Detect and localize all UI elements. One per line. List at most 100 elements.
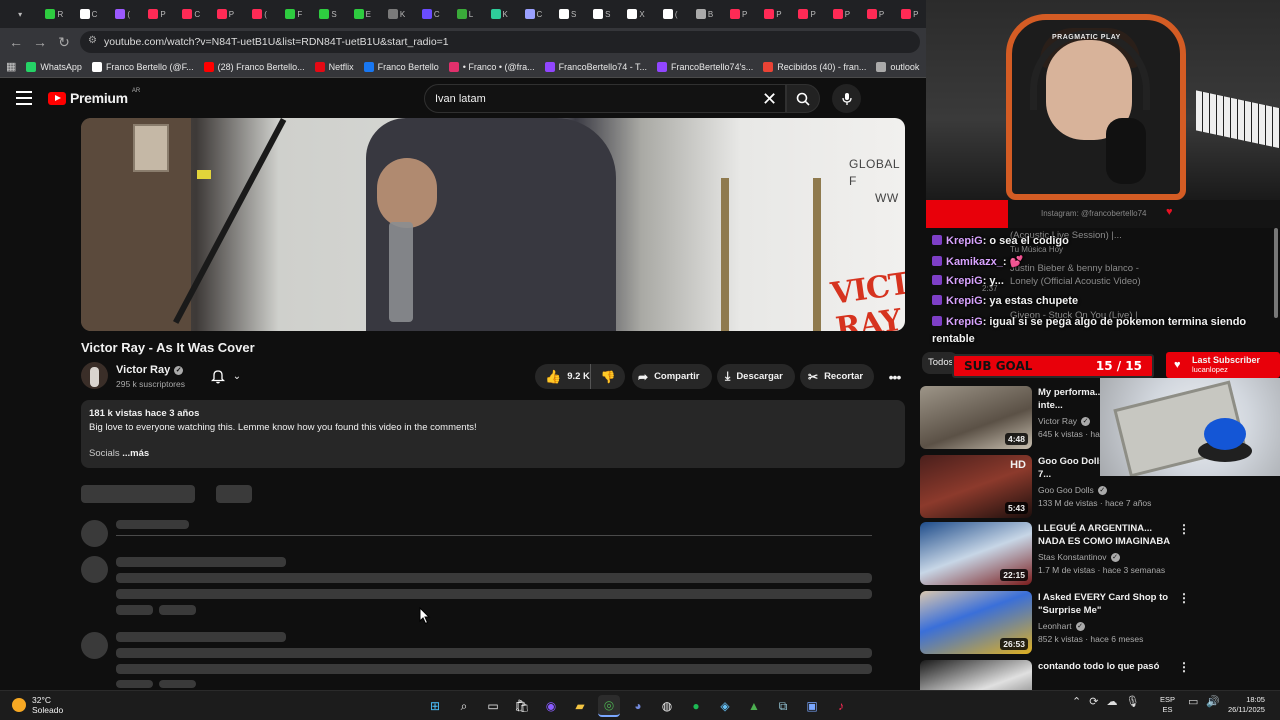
browser-tab[interactable]: ( [654, 3, 686, 25]
chrome-icon[interactable]: ◎ [598, 695, 620, 717]
browser-tab[interactable]: F [278, 3, 310, 25]
bookmark-item[interactable]: Netflix [314, 61, 354, 72]
search-input[interactable]: Ivan latam [424, 84, 786, 113]
search-button[interactable] [786, 84, 820, 113]
store-icon[interactable]: 🛍 [511, 695, 533, 717]
clock[interactable]: 18:05 26/11/2025 [1228, 695, 1265, 715]
recommendation-card[interactable]: 26:53 I Asked EVERY Card Shop to "Surpris… [920, 591, 1280, 655]
voice-search-button[interactable] [832, 84, 861, 113]
more-actions-button[interactable]: ••• [882, 364, 907, 389]
sync-icon[interactable]: ⟳ [1089, 695, 1098, 708]
bookmark-item[interactable]: FrancoBertello74's... [657, 61, 753, 72]
bookmark-item[interactable]: Franco Bertello (@F... [91, 61, 194, 72]
search-icon[interactable]: ⌕ [453, 695, 475, 717]
browser-tab[interactable]: X [620, 3, 652, 25]
recommendation-card[interactable]: 22:15 LLEGUÉ A ARGENTINA... NADA ES COMO … [920, 522, 1280, 586]
browser-tab[interactable]: B [688, 3, 720, 25]
address-bar[interactable]: ⚙ youtube.com/watch?v=N84T-uetB1U&list=R… [80, 31, 920, 53]
recommendation-channel[interactable]: Leonhart ✓ [1038, 621, 1085, 631]
description-box[interactable]: 181 k vistas hace 3 años Big love to eve… [81, 400, 905, 468]
browser-tab[interactable]: P [141, 3, 173, 25]
microphone-icon[interactable]: 🎙 [1125, 695, 1139, 708]
browser-tab[interactable]: ( [244, 3, 276, 25]
browser-tab[interactable]: L [449, 3, 481, 25]
bookmark-item[interactable]: FrancoBertello74 - T... [544, 61, 647, 72]
bookmark-item[interactable]: Franco Bertello [363, 61, 439, 72]
browser-tab[interactable]: P [894, 3, 926, 25]
browser-tab[interactable]: P [859, 3, 891, 25]
browser-tab[interactable]: P [791, 3, 823, 25]
clear-search-icon[interactable]: ✕ [762, 90, 777, 108]
browser-tab[interactable]: S [586, 3, 618, 25]
browser-tab[interactable]: S [552, 3, 584, 25]
recommendation-title[interactable]: contando todo lo que pasó [1038, 660, 1174, 673]
like-button[interactable]: 👍 9.2 K [535, 364, 591, 389]
clip-button[interactable]: ✂ Recortar [800, 364, 874, 389]
more-options-icon[interactable]: ⋮ [1178, 592, 1190, 604]
video-thumbnail[interactable]: 22:15 [920, 522, 1032, 585]
bookmark-item[interactable]: WhatsApp [26, 61, 82, 72]
apps-icon[interactable]: ▦ [6, 60, 16, 73]
browser-tab[interactable]: K [483, 3, 515, 25]
browser-tab[interactable]: C [415, 3, 447, 25]
browser-tab[interactable]: E [346, 3, 378, 25]
channel-avatar[interactable] [81, 362, 108, 389]
browser-tab[interactable]: R [38, 3, 70, 25]
network-app-icon[interactable]: ⧉ [772, 695, 794, 717]
reload-icon[interactable]: ↻ [52, 30, 76, 54]
monitor-app-icon[interactable]: ▣ [801, 695, 823, 717]
notifications-button[interactable]: ⌄ [201, 365, 251, 387]
weather-widget[interactable]: 32°C Soleado [12, 695, 63, 715]
tab-list-button[interactable]: ▾ [4, 3, 36, 25]
file-explorer-icon[interactable]: ▰ [569, 695, 591, 717]
browser-tab[interactable]: P [209, 3, 241, 25]
menu-icon[interactable] [16, 91, 32, 105]
recommendation-title[interactable]: I Asked EVERY Card Shop to "Surprise Me" [1038, 591, 1174, 617]
browser-tab[interactable]: C [72, 3, 104, 25]
browser-tab[interactable]: ( [107, 3, 139, 25]
browser-tab[interactable]: C [517, 3, 549, 25]
dislike-button[interactable]: 👎 [591, 370, 625, 384]
language-indicator[interactable]: ESP ES [1160, 695, 1175, 715]
recommendation-title[interactable]: LLEGUÉ A ARGENTINA... NADA ES COMO IMAGI… [1038, 522, 1174, 548]
video-player[interactable]: GLOBAL F WW VICTOR RAY [81, 118, 905, 331]
browser-tab[interactable]: K [380, 3, 412, 25]
steam-icon[interactable]: ◈ [714, 695, 736, 717]
spotify-icon[interactable]: ● [685, 695, 707, 717]
bookmark-item[interactable]: outlook [876, 61, 919, 72]
bookmark-item[interactable]: • Franco • (@fra... [448, 61, 535, 72]
browser-tab[interactable]: P [723, 3, 755, 25]
youtube-logo[interactable]: Premium AR [48, 88, 140, 106]
browser-tab[interactable]: P [825, 3, 857, 25]
app-circle-icon[interactable]: ◉ [540, 695, 562, 717]
game-launcher-icon[interactable]: ▲ [743, 695, 765, 717]
obs-icon[interactable]: ◍ [656, 695, 678, 717]
task-view-icon[interactable]: ▭ [482, 695, 504, 717]
bookmark-item[interactable]: Recibidos (40) - fran... [763, 61, 866, 72]
site-info-icon[interactable]: ⚙ [88, 35, 97, 46]
channel-name-link[interactable]: Victor Ray ✓ [116, 364, 184, 376]
more-options-icon[interactable]: ⋮ [1178, 523, 1190, 535]
recommendation-channel[interactable]: Goo Goo Dolls ✓ [1038, 485, 1107, 495]
forward-icon[interactable]: → [28, 30, 52, 54]
back-icon[interactable]: ← [4, 30, 28, 54]
quick-settings[interactable]: ▭ 🔊 [1188, 695, 1220, 708]
browser-tab[interactable]: P [757, 3, 789, 25]
more-options-icon[interactable]: ⋮ [1178, 661, 1190, 673]
recommendation-channel[interactable]: Victor Ray ✓ [1038, 416, 1091, 426]
browser-tab[interactable]: S [312, 3, 344, 25]
video-thumbnail[interactable]: 26:53 [920, 591, 1032, 654]
bookmark-item[interactable]: (28) Franco Bertello... [203, 61, 305, 72]
windows-start-icon[interactable]: ⊞ [424, 695, 446, 717]
discord-icon[interactable]: ◕ [627, 695, 649, 717]
share-button[interactable]: ➦ Compartir [632, 364, 712, 389]
tiktok-icon[interactable]: ♪ [830, 695, 852, 717]
show-more-link[interactable]: ...más [122, 448, 149, 459]
recommendation-channel[interactable]: Stas Konstantinov ✓ [1038, 552, 1120, 562]
cloud-icon[interactable]: ☁ [1106, 695, 1117, 708]
video-thumbnail[interactable]: 5:43 HD [920, 455, 1032, 518]
video-thumbnail[interactable]: 4:48 [920, 386, 1032, 449]
browser-tab[interactable]: C [175, 3, 207, 25]
download-button[interactable]: ⤓ Descargar [717, 364, 795, 389]
tray-overflow-icon[interactable]: ⌃ [1072, 695, 1081, 708]
